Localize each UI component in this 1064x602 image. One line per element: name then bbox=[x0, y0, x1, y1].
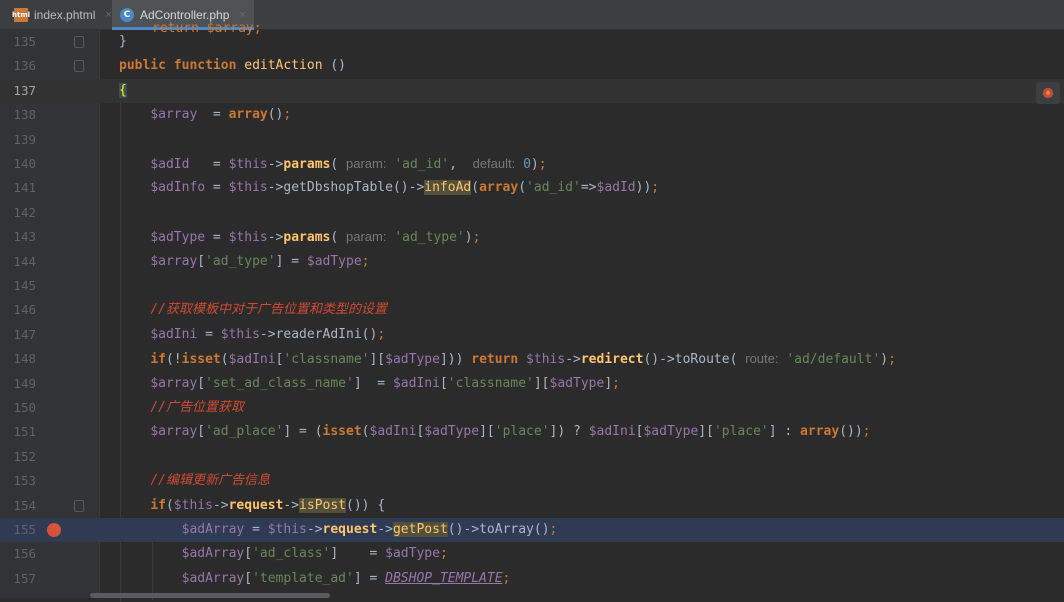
code-text[interactable]: $adInfo = $this->getDbshopTable()->infoA… bbox=[119, 176, 659, 200]
line-number: 149 bbox=[13, 375, 36, 391]
line-number: 152 bbox=[13, 448, 36, 464]
line-number: 147 bbox=[13, 326, 36, 342]
code-text[interactable]: $array['set_ad_class_name'] = $adIni['cl… bbox=[119, 372, 620, 396]
code-line[interactable]: 144 $array['ad_type'] = $adType; bbox=[0, 250, 1064, 274]
code-text[interactable]: } bbox=[119, 30, 127, 54]
line-number: 142 bbox=[13, 204, 36, 220]
code-line[interactable]: 145 bbox=[0, 274, 1064, 298]
code-text[interactable]: { bbox=[119, 79, 127, 103]
code-text[interactable]: public function editAction () bbox=[119, 54, 346, 78]
line-number: 150 bbox=[13, 400, 36, 415]
code-text[interactable]: $array['ad_type'] = $adType; bbox=[119, 250, 369, 274]
line-number: 153 bbox=[13, 473, 36, 489]
code-line[interactable]: 147 $adIni = $this->readerAdIni(); bbox=[0, 323, 1064, 347]
code-text[interactable]: $array = array(); bbox=[119, 103, 291, 127]
line-number: 144 bbox=[13, 253, 36, 269]
code-line[interactable]: 136 public function editAction () bbox=[0, 54, 1064, 78]
breakpoint-icon[interactable] bbox=[47, 523, 61, 537]
code-text[interactable]: $adArray = $this->request->getPost()->to… bbox=[119, 518, 557, 542]
code-line[interactable]: 156 $adArray['ad_class'] = $adType; bbox=[0, 542, 1064, 566]
line-number: 140 bbox=[13, 156, 36, 171]
code-line[interactable]: 148 if(!isset($adIni['classname'][$adTyp… bbox=[0, 347, 1064, 371]
fold-icon[interactable] bbox=[74, 499, 84, 512]
code-text[interactable]: $array['ad_place'] = (isset($adIni[$adTy… bbox=[119, 420, 870, 444]
code-line[interactable]: 139 bbox=[0, 128, 1064, 152]
chrome-browser-icon[interactable] bbox=[1036, 82, 1060, 104]
code-line[interactable]: 141 $adInfo = $this->getDbshopTable()->i… bbox=[0, 176, 1064, 200]
tab-label: index.phtml bbox=[34, 8, 96, 22]
fold-icon[interactable] bbox=[74, 60, 84, 73]
line-number: 137 bbox=[13, 82, 36, 98]
code-line[interactable]: 142 bbox=[0, 201, 1064, 225]
tab-label: AdController.php bbox=[140, 8, 230, 22]
line-number: 156 bbox=[13, 546, 36, 562]
line-number: 141 bbox=[13, 180, 36, 196]
code-text[interactable]: if($this->request->isPost()) { bbox=[119, 494, 385, 518]
code-text[interactable]: $adArray['ad_class'] = $adType; bbox=[119, 542, 448, 566]
line-number: 155 bbox=[13, 522, 36, 537]
php-class-icon: C bbox=[120, 8, 134, 22]
line-number: 143 bbox=[13, 229, 36, 245]
code-text[interactable]: //编辑更新广告信息 bbox=[119, 469, 270, 493]
matched-brace: { bbox=[119, 82, 127, 98]
code-line[interactable]: 140 $adId = $this->params( param: 'ad_id… bbox=[0, 152, 1064, 176]
code-line[interactable]: 155 $adArray = $this->request->getPost()… bbox=[0, 518, 1064, 543]
code-line[interactable]: 151 $array['ad_place'] = (isset($adIni[$… bbox=[0, 420, 1064, 444]
fold-icon[interactable] bbox=[74, 36, 84, 48]
horizontal-scrollbar[interactable] bbox=[90, 593, 330, 598]
code-text[interactable]: //获取模板中对于广告位置和类型的设置 bbox=[119, 298, 387, 322]
line-number: 145 bbox=[13, 278, 36, 293]
code-line[interactable]: 135} bbox=[0, 30, 1064, 54]
code-line[interactable]: 154 if($this->request->isPost()) { bbox=[0, 494, 1064, 518]
line-number: 151 bbox=[13, 424, 36, 440]
code-text[interactable]: $adIni = $this->readerAdIni(); bbox=[119, 323, 385, 347]
line-number: 139 bbox=[13, 131, 36, 147]
code-line[interactable]: 153 //编辑更新广告信息 bbox=[0, 469, 1064, 493]
close-icon[interactable]: × bbox=[105, 9, 111, 21]
line-number: 146 bbox=[13, 302, 36, 318]
line-number: 136 bbox=[13, 58, 36, 74]
line-number: 157 bbox=[13, 570, 36, 586]
close-icon[interactable]: × bbox=[239, 9, 245, 21]
code-text[interactable]: $adType = $this->params( param: 'ad_type… bbox=[119, 225, 480, 250]
code-line[interactable]: 152 bbox=[0, 445, 1064, 469]
tab-index-phtml[interactable]: html index.phtml × bbox=[6, 0, 120, 30]
line-number: 138 bbox=[13, 107, 36, 123]
line-number: 135 bbox=[13, 34, 36, 49]
code-text[interactable]: //广告位置获取 bbox=[119, 396, 244, 420]
code-line[interactable]: 137 { bbox=[0, 78, 1064, 104]
code-line[interactable]: 157 $adArray['template_ad'] = DBSHOP_TEM… bbox=[0, 567, 1064, 591]
code-text[interactable]: if(!isset($adIni['classname'][$adType]))… bbox=[119, 347, 896, 372]
code-editor[interactable]: return $array; 135} 136 public function ed… bbox=[0, 21, 1064, 602]
code-line[interactable]: 138 $array = array(); bbox=[0, 103, 1064, 127]
line-number: 148 bbox=[13, 351, 36, 367]
html-file-icon: html bbox=[12, 8, 30, 22]
code-line[interactable]: 150 //广告位置获取 bbox=[0, 396, 1064, 420]
line-number: 154 bbox=[13, 497, 36, 513]
code-text[interactable]: $adId = $this->params( param: 'ad_id', d… bbox=[119, 152, 546, 177]
code-line[interactable]: 143 $adType = $this->params( param: 'ad_… bbox=[0, 225, 1064, 249]
code-line[interactable]: 146 //获取模板中对于广告位置和类型的设置 bbox=[0, 298, 1064, 322]
code-text[interactable]: $adArray['template_ad'] = DBSHOP_TEMPLAT… bbox=[119, 567, 511, 591]
code-line[interactable]: 149 $array['set_ad_class_name'] = $adIni… bbox=[0, 372, 1064, 396]
